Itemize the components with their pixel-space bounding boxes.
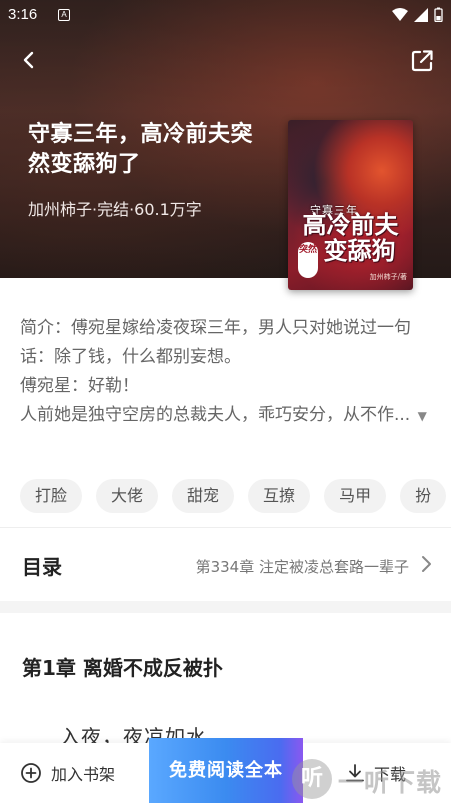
notification-icon: A: [58, 9, 70, 21]
add-to-shelf-label: 加入书架: [51, 765, 116, 784]
wifi-icon: [392, 8, 408, 21]
tag-item[interactable]: 打脸: [20, 479, 83, 513]
cover-author: 加州柿子/著: [369, 273, 407, 281]
tag-item[interactable]: 互撩: [248, 479, 311, 513]
read-free-button[interactable]: 免费阅读全本: [149, 738, 303, 803]
latest-chapter: 第334章 注定被凌总套路一辈子: [195, 558, 409, 576]
status-bar: 3:16 A: [0, 0, 451, 32]
share-icon: [411, 50, 433, 72]
add-to-shelf-button[interactable]: 加入书架: [20, 743, 115, 803]
table-of-contents-row[interactable]: 目录 第334章 注定被凌总套路一辈子: [0, 527, 451, 601]
book-intro[interactable]: 简介：傅宛星嫁给凌夜琛三年，男人只对她说过一句话：除了钱，什么都别妄想。 傅宛星…: [20, 314, 432, 431]
tag-item[interactable]: 大佬: [96, 479, 159, 513]
tag-list: 打脸 大佬 甜宠 互撩 马甲 扮: [20, 479, 451, 513]
download-button[interactable]: 下载: [344, 743, 406, 803]
download-label: 下载: [374, 765, 407, 784]
status-time: 3:16: [8, 6, 38, 23]
chevron-left-icon: [23, 51, 34, 69]
cover-badge: 突然: [298, 242, 318, 278]
status-icons: [392, 7, 443, 22]
section-divider: [0, 601, 451, 613]
book-meta: 加州柿子·完结·60.1万字: [28, 200, 202, 219]
toc-label: 目录: [22, 555, 62, 579]
book-cover[interactable]: 守寡三年 高冷前夫 变舔狗 突然 加州柿子/著: [288, 120, 413, 290]
plus-circle-icon: [21, 763, 41, 783]
signal-icon: [414, 7, 428, 22]
intro-text: 简介：傅宛星嫁给凌夜琛三年，男人只对她说过一句话：除了钱，什么都别妄想。 傅宛星…: [20, 318, 411, 425]
back-button[interactable]: [18, 48, 42, 72]
tag-item[interactable]: 甜宠: [172, 479, 235, 513]
battery-icon: [434, 7, 443, 22]
chevron-right-icon: [422, 556, 431, 572]
share-button[interactable]: [409, 48, 435, 74]
download-icon: [346, 764, 364, 782]
tag-item[interactable]: 扮: [400, 479, 447, 513]
chapter-title: 第1章 离婚不成反被扑: [22, 656, 223, 680]
expand-intro-icon[interactable]: ▼: [418, 402, 427, 431]
bottom-action-bar: 加入书架 免费阅读全本 下载: [0, 738, 451, 803]
book-title: 守寡三年，高冷前夫突然变舔狗了: [28, 122, 254, 177]
cover-title-line-1: 高冷前夫: [302, 210, 399, 239]
tag-item[interactable]: 马甲: [324, 479, 387, 513]
